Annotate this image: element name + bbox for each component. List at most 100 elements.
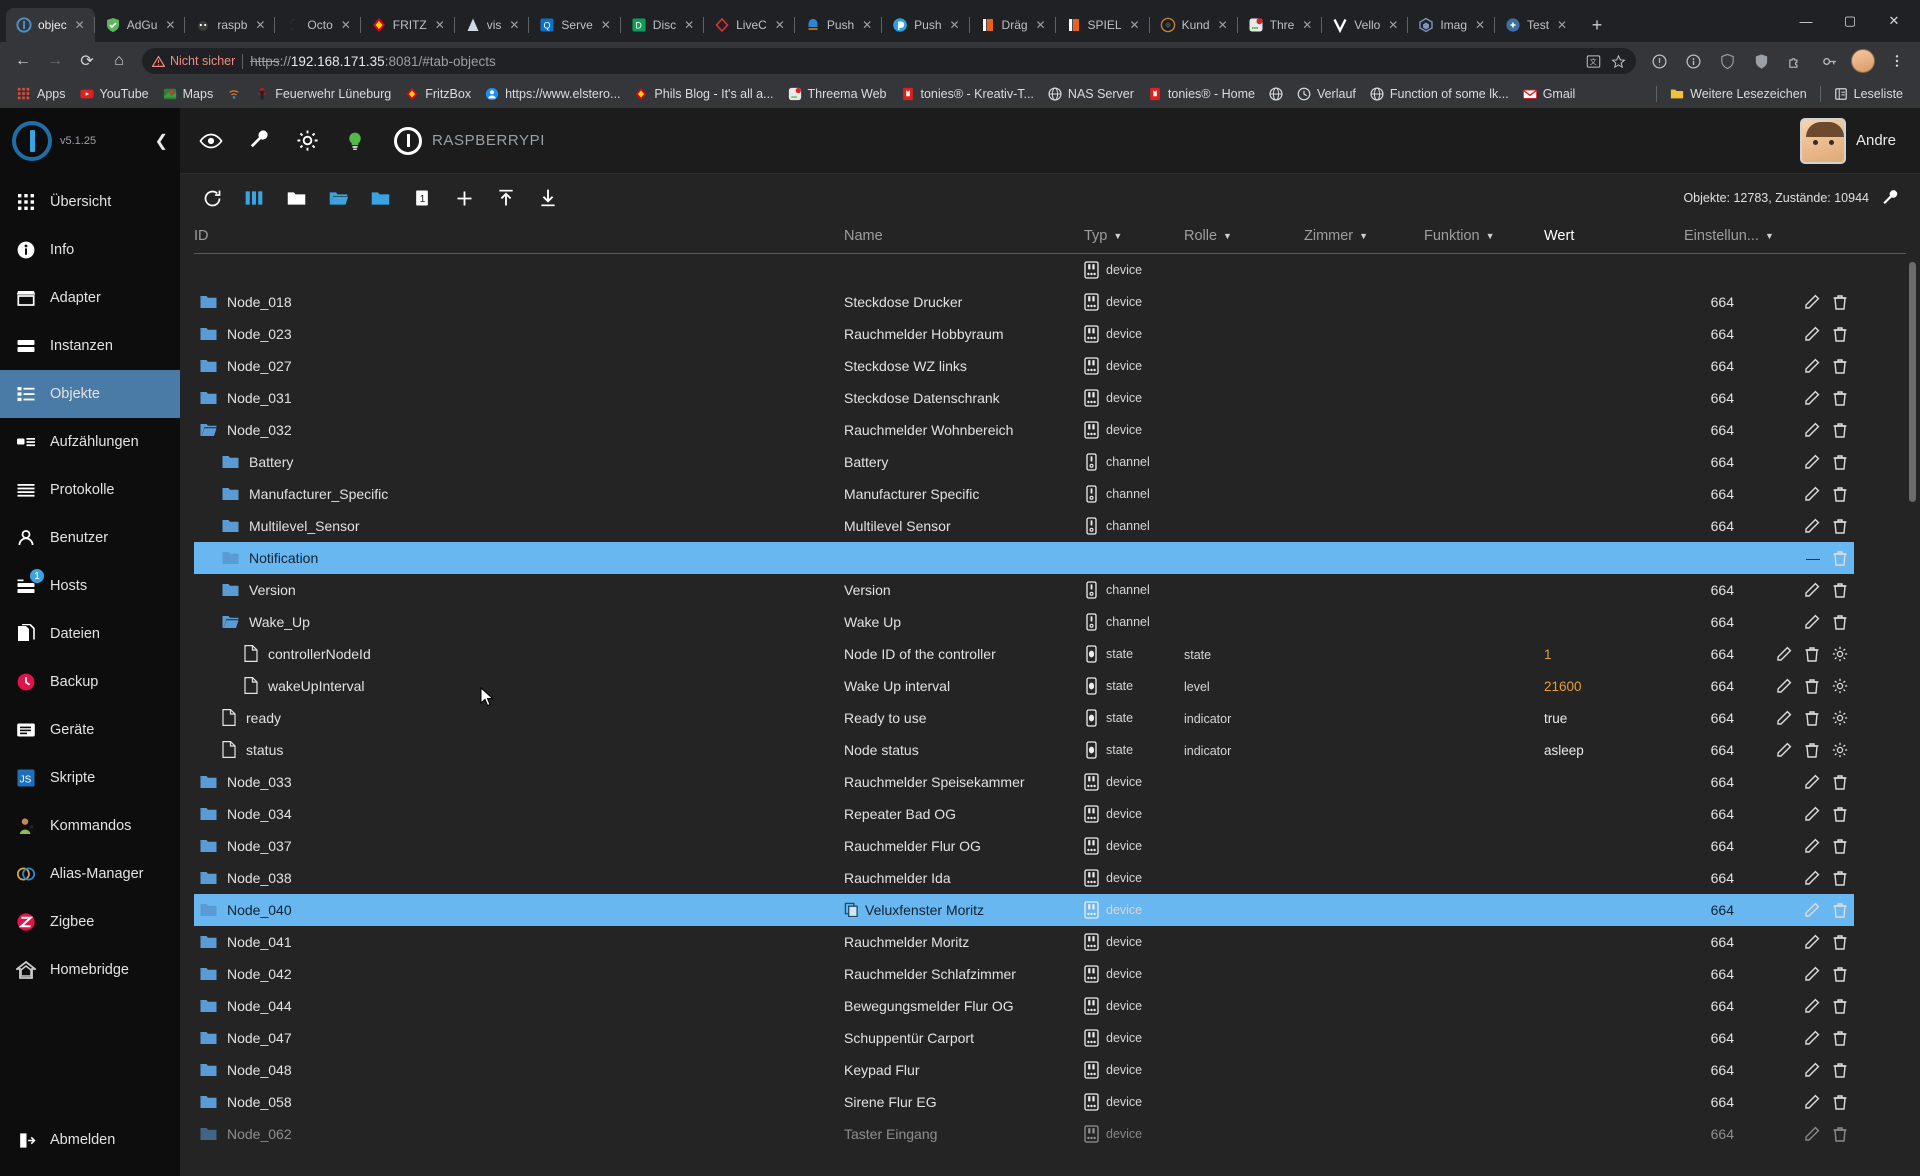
row-id-cell[interactable] xyxy=(194,254,844,286)
row-value-cell[interactable] xyxy=(1544,478,1684,510)
close-tab-button[interactable]: ✕ xyxy=(1034,18,1048,32)
edit-icon[interactable] xyxy=(1776,710,1792,726)
delete-icon[interactable] xyxy=(1804,710,1820,726)
reload-button[interactable]: ⟳ xyxy=(72,46,102,76)
edit-icon[interactable] xyxy=(1804,390,1820,406)
delete-icon[interactable] xyxy=(1832,1094,1848,1110)
delete-icon[interactable] xyxy=(1832,806,1848,822)
bookmark-item[interactable]: YouTube xyxy=(73,84,156,104)
table-row[interactable]: Node_033 Rauchmelder Speisekammer device 66… xyxy=(194,766,1906,798)
browser-tab[interactable]: Octo ✕ xyxy=(274,8,360,42)
table-row[interactable]: device xyxy=(194,254,1906,286)
sidebar-item-protokolle[interactable]: Protokolle xyxy=(0,466,180,514)
row-id-cell[interactable]: Wake_Up xyxy=(194,606,844,638)
delete-icon[interactable] xyxy=(1832,1126,1848,1142)
row-value-cell[interactable] xyxy=(1544,446,1684,478)
browser-tab[interactable]: Imag ✕ xyxy=(1407,8,1495,42)
delete-icon[interactable] xyxy=(1832,422,1848,438)
not-secure-badge[interactable]: Nicht sicher xyxy=(152,54,235,68)
table-row[interactable]: Node_031 Steckdose Datenschrank device 664 xyxy=(194,382,1906,414)
delete-icon[interactable] xyxy=(1832,902,1848,918)
browser-tab[interactable]: Q Serve ✕ xyxy=(528,8,620,42)
row-value-cell[interactable] xyxy=(1544,286,1684,318)
gear-icon[interactable] xyxy=(1832,646,1848,662)
column-header-name[interactable]: Name xyxy=(844,222,1084,254)
column-header-einstellungen[interactable]: Einstellun... ▼ xyxy=(1684,222,1774,254)
browser-tab[interactable]: Push ✕ xyxy=(881,8,969,42)
browser-tab[interactable]: objec ✕ xyxy=(6,8,95,42)
column-header-wert[interactable]: Wert xyxy=(1544,222,1684,254)
row-value-cell[interactable] xyxy=(1544,862,1684,894)
row-value-cell[interactable] xyxy=(1544,542,1684,574)
sidebar-item--bersicht[interactable]: Übersicht xyxy=(0,178,180,226)
browser-tab[interactable]: D Disc ✕ xyxy=(619,8,704,42)
bookmark-item[interactable]: tonies® - Home xyxy=(1141,84,1262,104)
table-row[interactable]: controllerNodeId Node ID of the controlle… xyxy=(194,638,1906,670)
delete-icon[interactable] xyxy=(1832,998,1848,1014)
new-tab-button[interactable]: + xyxy=(1583,11,1611,39)
sidebar-item-instanzen[interactable]: Instanzen xyxy=(0,322,180,370)
table-row[interactable]: Node_047 Schuppentür Carport device 664 xyxy=(194,1022,1906,1054)
row-value-cell[interactable] xyxy=(1544,350,1684,382)
table-row[interactable]: Node_027 Steckdose WZ links device 664 xyxy=(194,350,1906,382)
edit-icon[interactable] xyxy=(1804,518,1820,534)
bookmark-item[interactable]: Gmail xyxy=(1516,84,1583,104)
bookmark-item[interactable]: Feuerwehr Lüneburg xyxy=(248,84,398,104)
close-tab-button[interactable]: ✕ xyxy=(1555,18,1569,32)
edit-icon[interactable] xyxy=(1804,582,1820,598)
import-icon[interactable] xyxy=(488,180,524,216)
row-id-cell[interactable]: Node_034 xyxy=(194,798,844,830)
delete-icon[interactable] xyxy=(1832,550,1848,566)
gear-icon[interactable] xyxy=(1832,710,1848,726)
row-value-cell[interactable] xyxy=(1544,958,1684,990)
row-id-cell[interactable]: Node_040 xyxy=(194,894,844,926)
sidebar-item-backup[interactable]: Backup xyxy=(0,658,180,706)
edit-icon[interactable] xyxy=(1804,934,1820,950)
chevron-down-icon[interactable]: ▼ xyxy=(1765,231,1774,241)
sidebar-item-objekte[interactable]: Objekte xyxy=(0,370,180,418)
row-value-cell[interactable]: 21600 xyxy=(1544,670,1684,702)
table-row[interactable]: Node_032 Rauchmelder Wohnbereich device 664 xyxy=(194,414,1906,446)
bookmark-item[interactable]: Threema Web xyxy=(781,84,894,104)
edit-icon[interactable] xyxy=(1776,742,1792,758)
table-row[interactable]: Node_042 Rauchmelder Schlafzimmer device 66… xyxy=(194,958,1906,990)
row-value-cell[interactable] xyxy=(1544,798,1684,830)
column-header-id[interactable]: ID xyxy=(194,222,844,254)
delete-icon[interactable] xyxy=(1832,1030,1848,1046)
copy-icon[interactable] xyxy=(844,902,859,917)
maximize-button[interactable]: ▢ xyxy=(1828,5,1872,37)
depth-one-icon[interactable]: 1 xyxy=(404,180,440,216)
browser-tab[interactable]: Vello ✕ xyxy=(1321,8,1408,42)
table-row[interactable]: Node_023 Rauchmelder Hobbyraum device 664 xyxy=(194,318,1906,350)
table-row[interactable]: Node_034 Repeater Bad OG device 664 xyxy=(194,798,1906,830)
delete-icon[interactable] xyxy=(1832,582,1848,598)
edit-icon[interactable] xyxy=(1804,902,1820,918)
chevron-down-icon[interactable]: ▼ xyxy=(1223,231,1232,241)
table-row[interactable]: Battery Battery channel 664 xyxy=(194,446,1906,478)
sidebar-item-aufz-hlungen[interactable]: Aufzählungen xyxy=(0,418,180,466)
row-value-cell[interactable] xyxy=(1544,382,1684,414)
sidebar-item-hosts[interactable]: 1 Hosts xyxy=(0,562,180,610)
sidebar-item-benutzer[interactable]: Benutzer xyxy=(0,514,180,562)
table-row[interactable]: status Node status state indicator asleep 664 xyxy=(194,734,1906,766)
row-value-cell[interactable] xyxy=(1544,606,1684,638)
sidebar-item-adapter[interactable]: Adapter xyxy=(0,274,180,322)
sidebar-item-info[interactable]: Info xyxy=(0,226,180,274)
row-id-cell[interactable]: Node_044 xyxy=(194,990,844,1022)
close-tab-button[interactable]: ✕ xyxy=(253,18,267,32)
row-id-cell[interactable]: Version xyxy=(194,574,844,606)
row-id-cell[interactable]: Notification xyxy=(194,542,844,574)
edit-icon[interactable] xyxy=(1804,806,1820,822)
browser-tab[interactable]: SPIEL ✕ xyxy=(1054,8,1150,42)
sidebar-item-homebridge[interactable]: Homebridge xyxy=(0,946,180,994)
row-id-cell[interactable]: Node_038 xyxy=(194,862,844,894)
bookmark-leseliste[interactable]: Leseliste xyxy=(1827,84,1910,104)
sidebar-item-abmelden[interactable]: Abmelden xyxy=(0,1116,180,1164)
wrench-icon[interactable] xyxy=(246,128,272,154)
add-object-icon[interactable] xyxy=(446,180,482,216)
row-id-cell[interactable]: Node_033 xyxy=(194,766,844,798)
delete-icon[interactable] xyxy=(1832,614,1848,630)
close-tab-button[interactable]: ✕ xyxy=(1473,18,1487,32)
edit-icon[interactable] xyxy=(1804,1094,1820,1110)
table-row[interactable]: Manufacturer_Specific Manufacturer Specif… xyxy=(194,478,1906,510)
